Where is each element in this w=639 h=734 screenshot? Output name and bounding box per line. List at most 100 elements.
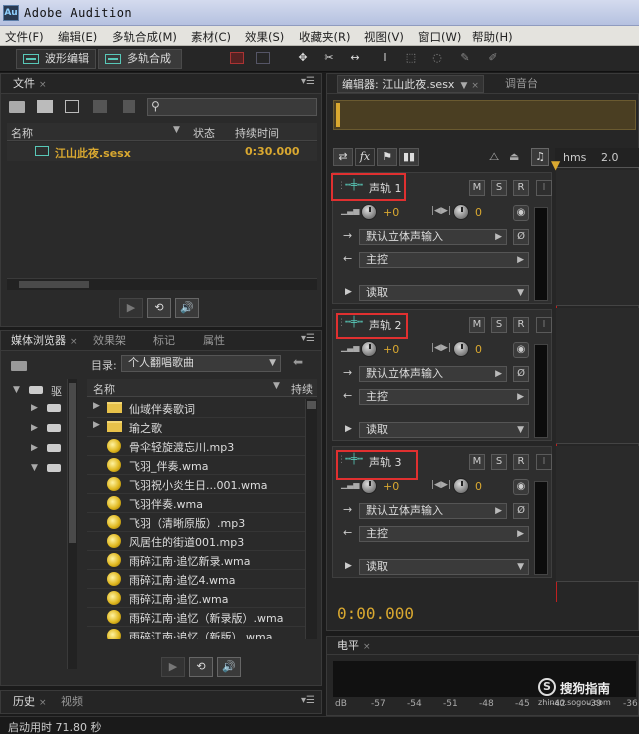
expand-icon[interactable]: ▶: [31, 403, 38, 413]
menu-file[interactable]: 文件(F): [5, 29, 44, 45]
panel-menu-icon[interactable]: ▾☰: [301, 333, 315, 344]
volume-knob[interactable]: [361, 204, 377, 220]
expand-icon[interactable]: ▶: [345, 287, 352, 297]
import-file-icon[interactable]: [37, 100, 53, 113]
spectral-frequency-icon[interactable]: [230, 52, 244, 64]
tree-root-label[interactable]: 驱: [51, 383, 62, 399]
col-name[interactable]: 名称: [93, 381, 115, 397]
drive-icon[interactable]: [47, 444, 61, 452]
media-list-item[interactable]: 雨碎江南·追忆.wma: [87, 589, 311, 608]
tab-effects-rack[interactable]: 效果架: [93, 332, 126, 350]
menu-clip[interactable]: 素材(C): [191, 29, 231, 45]
volume-value[interactable]: +0: [383, 480, 399, 493]
media-list-item[interactable]: 雨碎江南·追忆（新录版）.wma: [87, 608, 311, 627]
drive-icon[interactable]: [47, 424, 61, 432]
media-list-item[interactable]: ▶ 瑜之歌: [87, 418, 311, 437]
close-icon[interactable]: ×: [39, 698, 47, 708]
solo-button[interactable]: S: [491, 317, 507, 333]
trash-icon[interactable]: [123, 100, 135, 113]
expand-icon[interactable]: ▶: [31, 423, 38, 433]
menu-favorites[interactable]: 收藏夹(R): [299, 29, 350, 45]
files-hscrollbar[interactable]: [7, 278, 317, 290]
panel-menu-icon[interactable]: ▾☰: [301, 695, 315, 706]
volume-value[interactable]: +0: [383, 206, 399, 219]
scroll-up-icon[interactable]: [307, 401, 316, 409]
media-list-item[interactable]: 雨碎江南·追忆新录.wma: [87, 551, 311, 570]
stereo-icon[interactable]: ◉: [513, 205, 529, 221]
waveform-editor-button[interactable]: 波形编辑: [16, 49, 96, 69]
solo-button[interactable]: S: [491, 454, 507, 470]
sends-icon[interactable]: ⚑: [377, 148, 397, 166]
pan-value[interactable]: 0: [475, 343, 482, 356]
volume-knob[interactable]: [361, 341, 377, 357]
volume-value[interactable]: +0: [383, 343, 399, 356]
col-status[interactable]: 状态: [193, 125, 215, 141]
spectral-pitch-icon[interactable]: [256, 52, 270, 64]
move-tool-icon[interactable]: ✥: [296, 52, 310, 64]
record-arm-button[interactable]: R: [513, 317, 529, 333]
track-2-lane[interactable]: [556, 308, 639, 444]
eq-icon[interactable]: ▮▮: [399, 148, 419, 166]
expand-icon[interactable]: ▶: [31, 443, 38, 453]
pan-value[interactable]: 0: [475, 206, 482, 219]
menu-window[interactable]: 窗口(W): [418, 29, 461, 45]
track-1-lane[interactable]: [556, 170, 639, 306]
files-search-input[interactable]: ⚲: [147, 98, 317, 116]
pan-value[interactable]: 0: [475, 480, 482, 493]
media-list-item[interactable]: 飞羽_伴奏.wma: [87, 456, 311, 475]
stereo-icon[interactable]: ◉: [513, 342, 529, 358]
lasso-tool-icon[interactable]: ◌: [430, 52, 444, 64]
multitrack-button[interactable]: 多轨合成: [98, 49, 182, 69]
file-row[interactable]: 江山此夜.sesx 0:30.000: [7, 142, 317, 161]
razor-tool-icon[interactable]: ✂: [322, 52, 336, 64]
menu-edit[interactable]: 编辑(E): [58, 29, 97, 45]
media-list-item[interactable]: 骨伞轻旋渡忘川.mp3: [87, 437, 311, 456]
tab-video[interactable]: 视频: [61, 693, 83, 711]
phase-invert-icon[interactable]: Ø: [513, 503, 529, 519]
loop-icon[interactable]: ⟲: [189, 657, 213, 677]
overview-handle[interactable]: [336, 103, 340, 127]
col-duration[interactable]: 持续时间: [235, 125, 279, 141]
menu-effects[interactable]: 效果(S): [245, 29, 284, 45]
solo-button[interactable]: S: [491, 180, 507, 196]
overview-bar[interactable]: [333, 100, 636, 130]
pan-knob[interactable]: [453, 478, 469, 494]
media-list-item[interactable]: 飞羽伴奏.wma: [87, 494, 311, 513]
loop-icon[interactable]: ⟲: [147, 298, 171, 318]
tab-level[interactable]: 电平 ×: [337, 637, 371, 655]
record-arm-button[interactable]: R: [513, 180, 529, 196]
col-duration[interactable]: 持续: [291, 381, 313, 397]
drive-icon[interactable]: [47, 404, 61, 412]
input-select[interactable]: 默认立体声输入 ▶: [359, 503, 507, 519]
brush-tool-icon[interactable]: ✎: [458, 52, 472, 64]
expand-icon[interactable]: ▶: [93, 420, 100, 430]
media-list-item[interactable]: 飞羽（清晰原版）.mp3: [87, 513, 311, 532]
autoplay-icon[interactable]: 🔊: [217, 657, 241, 677]
back-arrow-icon[interactable]: ⬅: [293, 355, 303, 369]
slip-tool-icon[interactable]: ↔: [348, 52, 362, 64]
play-icon[interactable]: ▶: [119, 298, 143, 318]
close-icon[interactable]: ×: [39, 80, 47, 90]
swap-icon[interactable]: ⇄: [333, 148, 353, 166]
menu-multitrack[interactable]: 多轨合成(M): [112, 29, 177, 45]
close-icon[interactable]: ×: [70, 337, 78, 347]
tab-markers[interactable]: 标记: [153, 332, 175, 350]
metronome-icon[interactable]: ⧍: [489, 150, 499, 164]
tab-properties[interactable]: 属性: [203, 332, 225, 350]
input-monitor-button[interactable]: I: [536, 180, 552, 196]
mute-button[interactable]: M: [469, 180, 485, 196]
time-selection-tool-icon[interactable]: I: [378, 52, 392, 64]
record-monitor-icon[interactable]: ⏏: [509, 150, 519, 163]
menu-view[interactable]: 视图(V): [364, 29, 404, 45]
close-icon[interactable]: ×: [363, 642, 371, 652]
tab-editor[interactable]: 编辑器: 江山此夜.sesx ▼ ×: [337, 75, 484, 93]
mute-button[interactable]: M: [469, 454, 485, 470]
insert-into-multitrack-icon[interactable]: [93, 100, 107, 113]
stereo-icon[interactable]: ◉: [513, 479, 529, 495]
headphones-icon[interactable]: ♫: [531, 148, 549, 166]
time-ruler[interactable]: hms 2.0: [555, 148, 639, 168]
tab-media-browser[interactable]: 媒体浏览器 ×: [11, 332, 78, 350]
input-select[interactable]: 默认立体声输入 ▶: [359, 229, 507, 245]
tab-mixer[interactable]: 调音台: [505, 75, 538, 93]
pan-knob[interactable]: [453, 341, 469, 357]
